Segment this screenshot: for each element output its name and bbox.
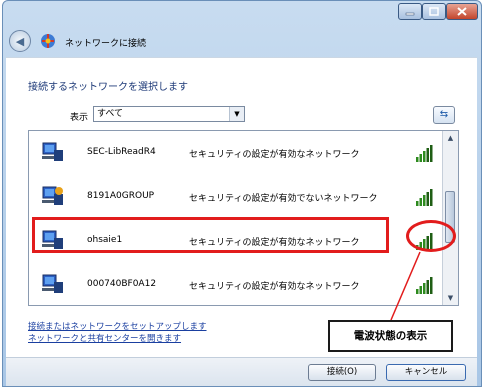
maximize-icon [429,7,439,16]
close-icon [457,7,467,16]
setup-connection-link[interactable]: 接続またはネットワークをセットアップします [28,320,207,332]
signal-status-callout: 電波状態の表示 [328,320,453,352]
window-title: ネットワークに接続 [65,39,147,49]
minimize-icon [405,12,415,15]
connect-network-window: ◀ ネットワークに接続 接続するネットワークを選択します 表示 すべて ▼ ⇆ [2,0,482,387]
button-bar: 接続(O) キャンセル [6,357,477,386]
network-center-link[interactable]: ネットワークと共有センターを開きます [28,332,181,344]
maximize-button[interactable] [422,3,446,20]
navigation-bar: ◀ ネットワークに接続 [3,27,481,57]
callout-leader-line [390,251,421,321]
minimize-button[interactable] [398,3,422,20]
close-button[interactable] [446,3,478,20]
connect-button[interactable]: 接続(O) [308,364,376,381]
back-arrow-icon: ◀ [15,34,25,48]
cancel-button[interactable]: キャンセル [386,364,466,381]
main-content: 接続するネットワークを選択します 表示 すべて ▼ ⇆ SEC-LibReadR… [6,57,477,358]
title-bar [3,1,481,27]
network-icon [41,34,55,48]
back-button[interactable]: ◀ [9,30,31,52]
